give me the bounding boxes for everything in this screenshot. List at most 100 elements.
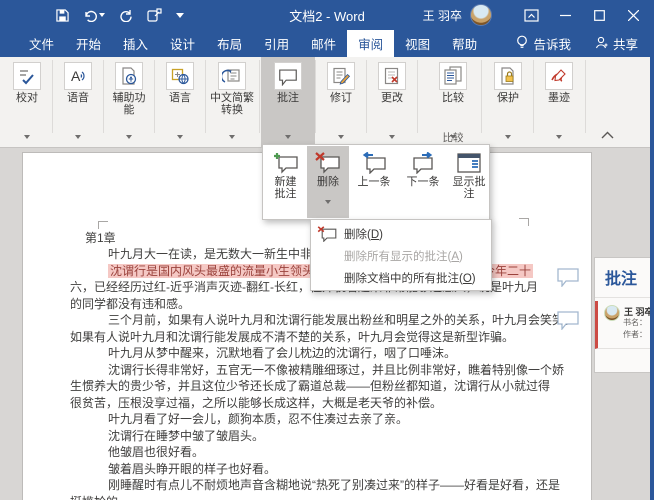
ribbon-group-divider [103,60,104,133]
qat-customize-icon[interactable] [176,13,184,18]
user-avatar[interactable] [470,4,492,26]
chinese-conversion-icon [218,62,246,90]
comment-bubble-icon[interactable] [556,310,580,335]
dropdown-arrow-icon [104,126,154,131]
dropdown-arrow-icon [534,126,584,131]
ribbon-group-divider [315,60,316,133]
ribbon-group-divider [585,60,586,133]
delete-comment-icon [316,226,338,242]
margin-crop-mark [98,221,108,229]
tab-help[interactable]: 帮助 [441,30,488,57]
speech-icon: A [64,62,92,90]
ribbon-group-divider [481,60,482,133]
tab-design[interactable]: 设计 [159,30,206,57]
margin-crop-mark [519,218,529,226]
dropdown-arrow-icon [261,126,315,131]
tab-insert[interactable]: 插入 [112,30,159,57]
ribbon-group-divider [259,60,260,133]
ribbon: 校对 A 语音 辅助功 能 语言 中文简繁 转换 批注 [0,57,654,148]
collapse-ribbon-icon[interactable] [601,126,614,144]
undo-icon[interactable] [83,9,105,22]
comment-text-line: 书名： [623,317,647,328]
ribbon-group-divider [366,60,367,133]
menu-item-delete-all-shown[interactable]: 删除所有显示的批注(A) [311,245,491,267]
ribbon-display-options-icon[interactable] [514,0,548,30]
previous-comment-icon [361,152,387,174]
dropdown-arrow-icon [2,126,52,131]
tab-layout[interactable]: 布局 [206,30,253,57]
new-comment-button[interactable]: 新建 批注 [264,146,307,218]
show-comments-icon [456,152,482,174]
comments-button[interactable]: 批注 [261,57,315,148]
compare-icon [439,62,467,90]
previous-comment-button[interactable]: 上一条 [350,146,398,218]
touch-mode-icon[interactable] [147,8,162,22]
tab-file[interactable]: 文件 [18,30,65,57]
ribbon-group-divider [52,60,53,133]
word-window: 文档2 - Word 王 羽卒 文件 开始 插入 设计 布局 引用 邮件 审阅 … [0,0,654,500]
dropdown-arrow-icon [483,126,533,131]
svg-text:A: A [71,68,81,84]
tell-me-button[interactable]: 告诉我 [504,34,583,53]
next-comment-icon [410,152,436,174]
window-frame-border [650,57,654,500]
comment-author-avatar [604,305,620,321]
dropdown-arrow-icon [367,126,417,131]
accessibility-icon [115,62,143,90]
redo-icon[interactable] [119,8,133,22]
comment-bubble-icon[interactable] [556,267,580,292]
new-comment-icon [273,152,299,174]
delete-comment-button[interactable]: 删除 [307,146,349,218]
show-comments-button[interactable]: 显示批注 [448,146,490,218]
user-name[interactable]: 王 羽卒 [423,7,462,24]
comments-flyout-menu: 新建 批注 删除 上一条 下一条 显示批注 [262,144,490,220]
save-icon[interactable] [56,9,69,22]
speech-button[interactable]: A 语音 [53,57,103,148]
ribbon-group-divider [205,60,206,133]
dropdown-arrow-icon [53,126,103,131]
protect-icon [494,62,522,90]
comment-card[interactable]: 王 羽卒 书名： 作者： [595,301,651,349]
tab-mailings[interactable]: 邮件 [300,30,347,57]
dropdown-arrow-icon [206,126,258,131]
menu-item-delete-all-in-document[interactable]: 删除文档中的所有批注(O) [311,267,491,289]
menu-item-delete[interactable]: 删除(D) [311,223,491,245]
changes-button[interactable]: 更改 [367,57,417,148]
language-icon [166,62,194,90]
chinese-conversion-button[interactable]: 中文简繁 转换 [206,57,258,148]
tab-home[interactable]: 开始 [65,30,112,57]
person-icon [595,36,608,52]
track-changes-icon [327,62,355,90]
comments-panel-title: 批注 [595,258,651,298]
close-button[interactable] [616,0,650,30]
tab-review[interactable]: 审阅 [347,30,394,57]
language-button[interactable]: 语言 [155,57,205,148]
dropdown-arrow-icon [307,191,349,209]
title-bar: 文档2 - Word 王 羽卒 [0,0,654,30]
group-label-compare: 比较 [419,130,487,145]
proofing-icon [13,62,41,90]
ink-button[interactable]: 墨迹 [534,57,584,148]
ribbon-tab-bar: 文件 开始 插入 设计 布局 引用 邮件 审阅 视图 帮助 告诉我 共享 [0,30,654,57]
tab-view[interactable]: 视图 [394,30,441,57]
delete-comment-icon [315,152,341,174]
maximize-button[interactable] [582,0,616,30]
ribbon-group-divider [533,60,534,133]
changes-icon [378,62,406,90]
track-changes-button[interactable]: 修订 [316,57,366,148]
ribbon-group-divider [154,60,155,133]
dropdown-arrow-icon [316,126,366,131]
minimize-button[interactable] [548,0,582,30]
dropdown-arrow-icon [155,126,205,131]
proofing-button[interactable]: 校对 [2,57,52,148]
protect-button[interactable]: 保护 [483,57,533,148]
share-button[interactable]: 共享 [583,34,654,53]
ribbon-group-divider [417,60,418,133]
quick-access-toolbar [0,8,184,22]
next-comment-button[interactable]: 下一条 [399,146,447,218]
delete-comment-submenu: 删除(D) 删除所有显示的批注(A) 删除文档中的所有批注(O) [310,219,492,291]
comment-text-line: 作者： [623,329,647,340]
accessibility-button[interactable]: 辅助功 能 [104,57,154,148]
ink-icon [545,62,573,90]
tab-references[interactable]: 引用 [253,30,300,57]
